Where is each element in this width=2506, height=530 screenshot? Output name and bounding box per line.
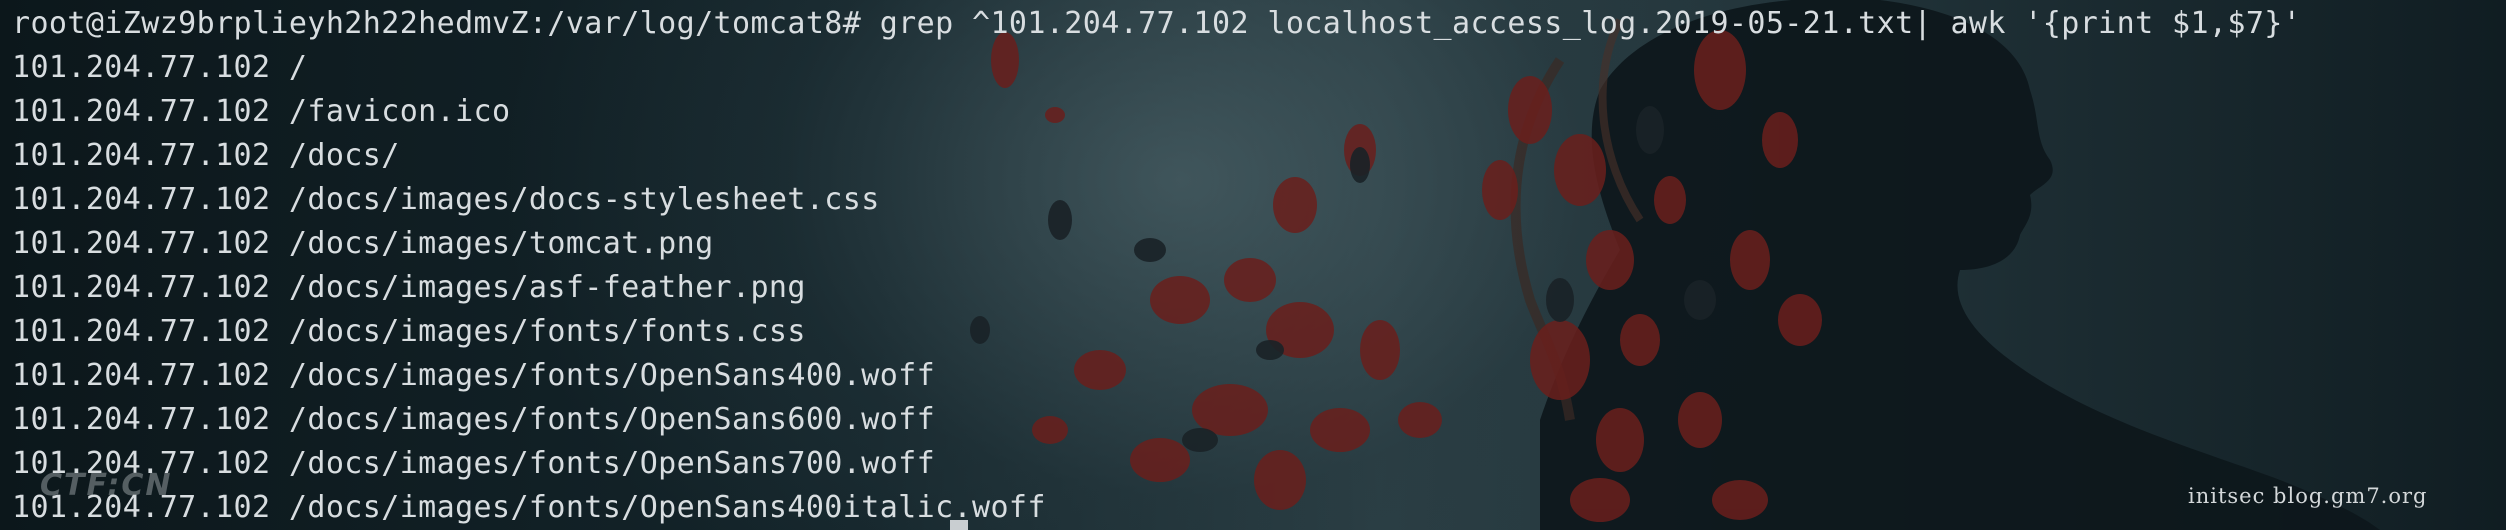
watermark-credit: initsec blog.gm7.org [2188,484,2428,508]
output-line: 101.204.77.102 /docs/images/fonts/OpenSa… [12,446,936,481]
output-line: 101.204.77.102 /docs/images/fonts/OpenSa… [12,358,936,393]
output-line: 101.204.77.102 /favicon.ico [12,94,511,129]
output-line: 101.204.77.102 /docs/images/fonts/OpenSa… [12,402,936,437]
output-line: 101.204.77.102 / [12,50,308,85]
output-line: 101.204.77.102 /docs/images/tomcat.png [12,226,714,261]
output-line: 101.204.77.102 /docs/images/docs-stylesh… [12,182,880,217]
command-text: grep ^101.204.77.102 localhost_access_lo… [861,6,2302,41]
watermark-logo: CTF:CN [40,468,173,503]
output-line: 101.204.77.102 /docs/images/fonts/OpenSa… [12,490,1046,525]
command-line: root@iZwz9brplieyh2h22hedmvZ:/var/log/to… [12,2,2301,46]
terminal-window[interactable]: root@iZwz9brplieyh2h22hedmvZ:/var/log/to… [0,0,2506,530]
block-cursor-icon [950,520,968,530]
output-line: 101.204.77.102 /docs/ [12,138,400,173]
terminal-output: root@iZwz9brplieyh2h22hedmvZ:/var/log/to… [12,2,2301,530]
output-line: 101.204.77.102 /docs/images/asf-feather.… [12,270,806,305]
output-line: 101.204.77.102 /docs/images/fonts/fonts.… [12,314,806,349]
shell-prompt: root@iZwz9brplieyh2h22hedmvZ:/var/log/to… [12,6,862,41]
